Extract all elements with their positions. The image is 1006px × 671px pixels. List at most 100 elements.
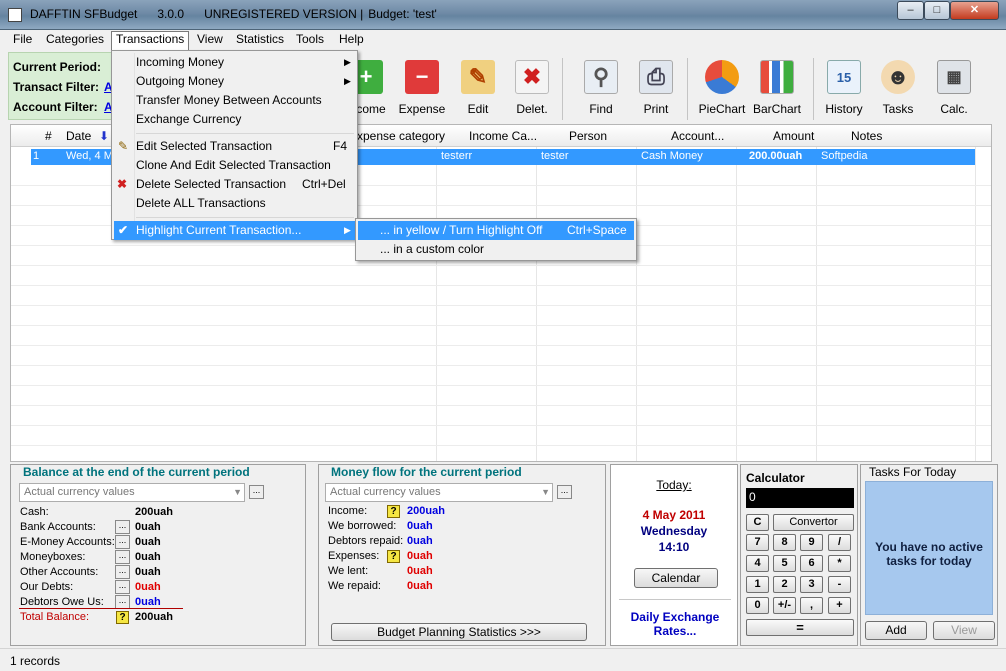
piechart-button[interactable]: PieChart: [694, 60, 750, 122]
calc-convertor-button[interactable]: Convertor: [773, 514, 854, 531]
calendar-button[interactable]: Calendar: [634, 568, 718, 588]
account-filter-label: Account Filter:: [13, 100, 98, 114]
cell-notes[interactable]: Softpedia: [821, 150, 867, 162]
moneyboxes-details-button[interactable]: ...: [115, 550, 130, 564]
calc-key-8[interactable]: 8: [773, 534, 796, 551]
barchart-button[interactable]: BarChart: [749, 60, 805, 122]
cell-amount[interactable]: 200.00uah: [749, 150, 802, 162]
menu-item-delete-selected[interactable]: ✖ Delete Selected Transaction Ctrl+Del: [114, 175, 355, 194]
menu-statistics[interactable]: Statistics: [232, 32, 288, 49]
menu-item-transfer-money[interactable]: Transfer Money Between Accounts: [114, 91, 355, 110]
question-icon[interactable]: ?: [387, 550, 400, 563]
emoney-accounts-details-button[interactable]: ...: [115, 535, 130, 549]
col-person[interactable]: Person: [569, 129, 607, 143]
calc-key-3[interactable]: 3: [800, 576, 823, 593]
calc-key-divide[interactable]: /: [828, 534, 851, 551]
debtors-repaid-value: 0uah: [407, 535, 433, 547]
menu-transactions[interactable]: Transactions: [111, 31, 190, 51]
submenu-arrow-icon: ▶: [344, 76, 351, 86]
calc-key-comma[interactable]: ,: [800, 597, 823, 614]
submenu-item-highlight-yellow[interactable]: ... in yellow / Turn Highlight Off Ctrl+S…: [358, 221, 634, 240]
calc-key-plus[interactable]: +: [828, 597, 851, 614]
today-time: 14:10: [658, 540, 690, 554]
history-button[interactable]: 15 History: [816, 60, 872, 122]
tasks-button[interactable]: ☻ Tasks: [870, 60, 926, 122]
balance-currency-select[interactable]: Actual currency values ▼: [19, 483, 245, 502]
menu-tools[interactable]: Tools: [292, 32, 328, 49]
calc-label: Calc.: [940, 102, 968, 116]
find-button[interactable]: ⚲ Find: [573, 60, 629, 122]
question-icon[interactable]: ?: [116, 611, 129, 624]
menu-categories[interactable]: Categories: [42, 32, 108, 49]
calc-equals-button[interactable]: =: [746, 619, 854, 636]
print-button[interactable]: ⎙ Print: [628, 60, 684, 122]
col-income-category[interactable]: Income Ca...: [469, 129, 537, 143]
toolbar-separator: [813, 58, 814, 120]
col-expense-category[interactable]: Expense category: [349, 129, 445, 143]
daily-exchange-rates-link[interactable]: Daily Exchange Rates...: [619, 610, 731, 638]
expenses-value: 0uah: [407, 550, 433, 562]
cash-value: 200uah: [135, 506, 173, 518]
expense-button[interactable]: − Expense: [394, 60, 450, 122]
cell-person[interactable]: tester: [541, 150, 569, 162]
calc-key-4[interactable]: 4: [746, 555, 769, 572]
minimize-button[interactable]: –: [897, 1, 924, 20]
col-account[interactable]: Account...: [671, 129, 724, 143]
menu-view[interactable]: View: [193, 32, 227, 49]
menu-file[interactable]: File: [9, 32, 36, 49]
records-count: 1 records: [10, 654, 61, 668]
bank-accounts-details-button[interactable]: ...: [115, 520, 130, 534]
debtors-details-button[interactable]: ...: [115, 595, 130, 609]
cell-date[interactable]: Wed, 4 M: [66, 150, 113, 162]
col-amount[interactable]: Amount: [773, 129, 814, 143]
menu-item-incoming-money[interactable]: Incoming Money ▶: [114, 53, 355, 72]
calc-clear-button[interactable]: C: [746, 514, 769, 531]
moneyflow-options-button[interactable]: ...: [557, 485, 572, 499]
debtors-owe-us-label: Debtors Owe Us:: [20, 596, 104, 608]
menu-help[interactable]: Help: [335, 32, 368, 49]
calc-key-1[interactable]: 1: [746, 576, 769, 593]
menu-item-edit-selected[interactable]: ✎ Edit Selected Transaction F4: [114, 137, 355, 156]
title-bar[interactable]: DAFFTIN SFBudget 3.0.0 UNREGISTERED VERSIO…: [0, 0, 1006, 30]
balance-options-button[interactable]: ...: [249, 485, 264, 499]
budget-name: Budget: 'test': [368, 7, 437, 21]
grid-line: [11, 265, 991, 266]
col-number[interactable]: #: [45, 129, 52, 143]
menu-item-clone-edit[interactable]: Clone And Edit Selected Transaction: [114, 156, 355, 175]
cell-income-category[interactable]: testerr: [441, 150, 472, 162]
calc-key-negate[interactable]: +/-: [773, 597, 796, 614]
close-button[interactable]: ✕: [950, 1, 999, 20]
calc-button[interactable]: ▦ Calc.: [926, 60, 982, 122]
our-debts-details-button[interactable]: ...: [115, 580, 130, 594]
menu-item-delete-all[interactable]: Delete ALL Transactions: [114, 194, 355, 213]
delete-button[interactable]: ✖ Delet.: [504, 60, 560, 122]
calc-key-2[interactable]: 2: [773, 576, 796, 593]
menu-item-outgoing-money[interactable]: Outgoing Money ▶: [114, 72, 355, 91]
moneyflow-currency-select[interactable]: Actual currency values ▼: [325, 483, 553, 502]
calc-key-multiply[interactable]: *: [828, 555, 851, 572]
question-icon[interactable]: ?: [387, 505, 400, 518]
calc-key-9[interactable]: 9: [800, 534, 823, 551]
col-notes[interactable]: Notes: [851, 129, 882, 143]
calc-key-5[interactable]: 5: [773, 555, 796, 572]
calc-key-0[interactable]: 0: [746, 597, 769, 614]
menu-item-exchange-currency[interactable]: Exchange Currency: [114, 110, 355, 129]
calc-key-6[interactable]: 6: [800, 555, 823, 572]
calculator-display[interactable]: 0: [746, 488, 854, 508]
edit-button[interactable]: ✎ Edit: [450, 60, 506, 122]
tasks-list[interactable]: You have no active tasks for today: [865, 481, 993, 615]
cell-account[interactable]: Cash Money: [641, 150, 703, 162]
calc-key-7[interactable]: 7: [746, 534, 769, 551]
add-task-button[interactable]: Add: [865, 621, 927, 640]
cell-number[interactable]: 1: [33, 150, 39, 162]
other-accounts-details-button[interactable]: ...: [115, 565, 130, 579]
col-date[interactable]: Date: [66, 129, 91, 143]
submenu-item-custom-color[interactable]: ... in a custom color: [358, 240, 634, 259]
maximize-button[interactable]: □: [924, 1, 950, 20]
calc-key-minus[interactable]: -: [828, 576, 851, 593]
print-label: Print: [643, 102, 669, 116]
menu-item-highlight-current[interactable]: ✔ Highlight Current Transaction... ▶: [114, 221, 355, 240]
balance-title: Balance at the end of the current period: [21, 465, 252, 479]
view-task-button[interactable]: View: [933, 621, 995, 640]
budget-planning-statistics-button[interactable]: Budget Planning Statistics >>>: [331, 623, 587, 641]
